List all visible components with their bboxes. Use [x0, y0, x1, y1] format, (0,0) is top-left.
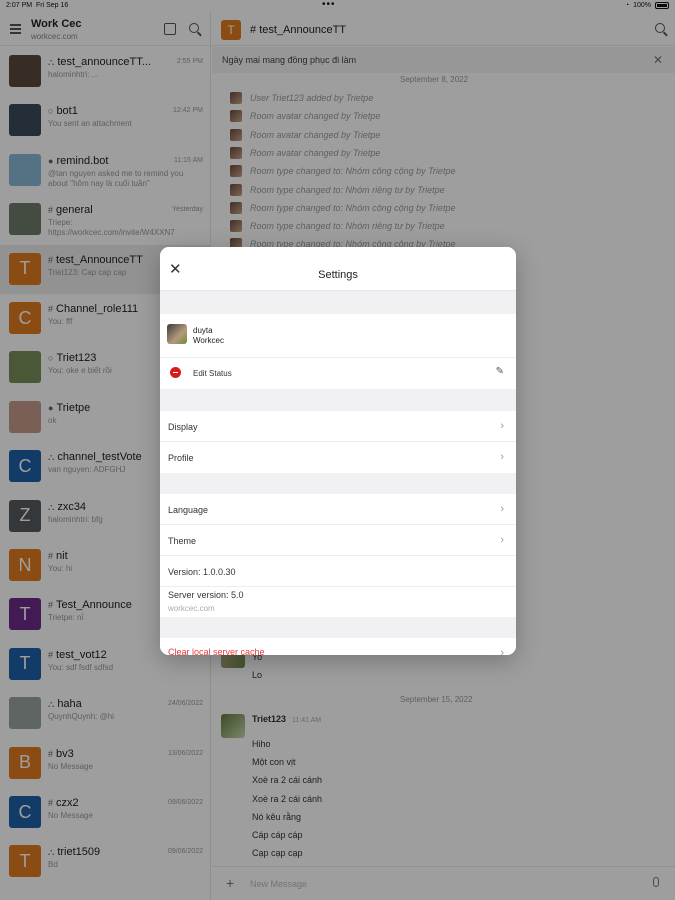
theme-row[interactable]: Theme ›	[160, 525, 516, 556]
user-row[interactable]: duyta Workcec	[160, 314, 516, 358]
chevron-right-icon: ›	[500, 503, 504, 515]
profile-row[interactable]: Profile ›	[160, 442, 516, 473]
chevron-right-icon: ›	[500, 420, 504, 432]
server-version-row: Server version: 5.0 workcec.com	[160, 587, 516, 617]
server-version-label: Server version: 5.0	[168, 590, 244, 600]
display-row[interactable]: Display ›	[160, 411, 516, 442]
user-server: Workcec	[193, 336, 224, 345]
language-row[interactable]: Language ›	[160, 494, 516, 525]
preferences-group: Display › Profile ›	[160, 411, 516, 473]
chevron-right-icon: ›	[500, 534, 504, 546]
edit-status-row[interactable]: Edit Status ✎	[160, 358, 516, 389]
user-name: duyta	[193, 326, 213, 335]
clear-cache-label: Clear local server cache	[168, 647, 265, 655]
danger-group: Clear local server cache ›	[160, 638, 516, 655]
edit-status-label: Edit Status	[193, 369, 232, 378]
server-host: workcec.com	[168, 604, 215, 613]
settings-modal: ✕ Settings duyta Workcec Edit Status ✎ D…	[160, 247, 516, 655]
modal-title: Settings	[318, 269, 358, 281]
modal-header: ✕ Settings	[160, 247, 516, 291]
version-row: Version: 1.0.0.30	[160, 556, 516, 587]
pencil-icon[interactable]: ✎	[496, 366, 504, 377]
account-group: duyta Workcec Edit Status ✎	[160, 314, 516, 389]
language-label: Language	[168, 505, 209, 515]
do-not-disturb-icon	[170, 367, 181, 378]
version-label: Version: 1.0.0.30	[168, 567, 236, 577]
display-label: Display	[168, 422, 198, 432]
clear-cache-row[interactable]: Clear local server cache ›	[160, 638, 516, 655]
app-group: Language › Theme › Version: 1.0.0.30 Ser…	[160, 494, 516, 617]
profile-label: Profile	[168, 453, 194, 463]
chevron-right-icon: ›	[500, 647, 504, 655]
avatar	[167, 324, 187, 344]
chevron-right-icon: ›	[500, 451, 504, 463]
theme-label: Theme	[168, 536, 197, 546]
